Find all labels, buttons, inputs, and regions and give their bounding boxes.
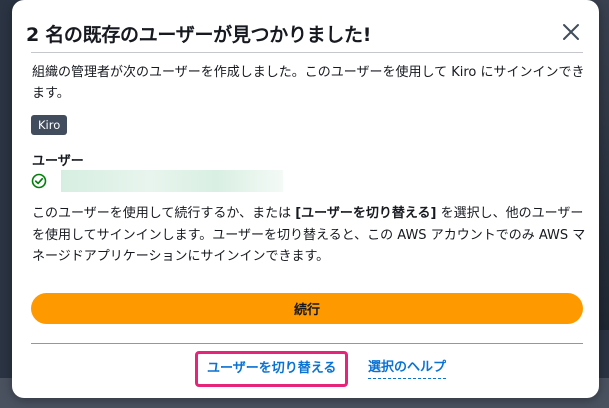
switch-user-link[interactable]: ユーザーを切り替える <box>195 351 349 387</box>
close-icon <box>563 24 579 40</box>
app-badge: Kiro <box>31 115 68 135</box>
redacted-username <box>61 170 283 192</box>
existing-users-modal: 2 名の既存のユーザーが見つかりました! 組織の管理者が次のユーザーを作成しまし… <box>12 0 599 398</box>
close-button[interactable] <box>557 18 585 46</box>
continue-button[interactable]: 続行 <box>31 293 583 324</box>
user-heading: ユーザー <box>32 154 84 169</box>
modal-description: 組織の管理者が次のユーザーを作成しました。このユーザーを使用して Kiro にサ… <box>32 65 585 101</box>
selection-help-link[interactable]: 選択のヘルプ <box>368 358 447 379</box>
divider <box>31 52 583 53</box>
body-text-part1: このユーザーを使用して続行するか、または <box>32 206 296 221</box>
check-circle-icon <box>31 173 47 189</box>
user-option[interactable] <box>31 170 283 192</box>
modal-title: 2 名の既存のユーザーが見つかりました! <box>26 24 372 46</box>
body-text-bold: [ユーザーを切り替える] <box>295 206 437 221</box>
modal-body-text: このユーザーを使用して続行するか、または [ユーザーを切り替える] を選択し、他… <box>32 203 592 268</box>
divider-bottom <box>31 343 583 344</box>
